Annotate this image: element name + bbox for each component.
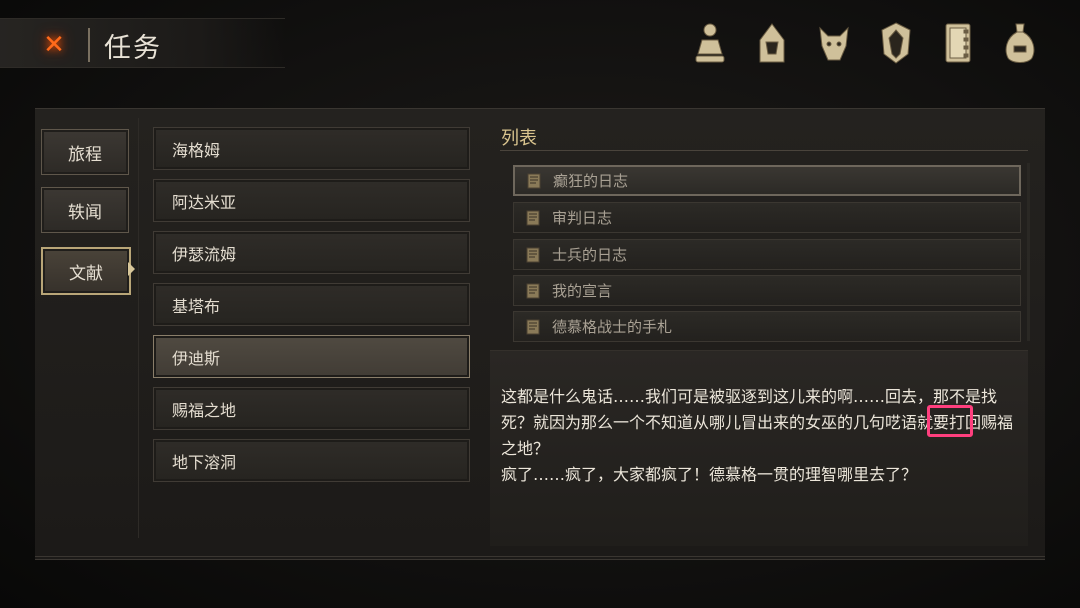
place-item[interactable]: 阿达米亚 bbox=[153, 179, 470, 222]
document-label: 士兵的日志 bbox=[552, 246, 628, 264]
category-label: 旅程 bbox=[68, 144, 102, 165]
category-label: 文献 bbox=[69, 263, 103, 284]
scroll-icon bbox=[522, 207, 544, 229]
document-label: 癫狂的日志 bbox=[553, 172, 629, 190]
scroll-icon bbox=[522, 244, 544, 266]
scroll-icon bbox=[523, 170, 545, 192]
place-label: 基塔布 bbox=[172, 296, 221, 316]
place-label: 赐福之地 bbox=[172, 400, 237, 420]
list-title: 列表 bbox=[501, 128, 537, 149]
character-icon[interactable] bbox=[690, 20, 730, 66]
selected-arrow-icon bbox=[128, 262, 135, 276]
place-item[interactable]: 海格姆 bbox=[153, 127, 470, 170]
document-item[interactable]: 德慕格战士的手札 bbox=[513, 311, 1021, 342]
place-label: 阿达米亚 bbox=[172, 192, 237, 212]
emblem-icon[interactable] bbox=[876, 20, 916, 66]
header-divider bbox=[88, 28, 90, 62]
close-button[interactable]: ✕ bbox=[36, 28, 72, 62]
list-divider bbox=[500, 150, 1028, 151]
place-item[interactable]: 伊瑟流姆 bbox=[153, 231, 470, 274]
bottom-divider bbox=[35, 556, 1045, 557]
document-label: 我的宣言 bbox=[552, 282, 613, 300]
place-item[interactable]: 基塔布 bbox=[153, 283, 470, 326]
hood-icon[interactable] bbox=[752, 20, 792, 66]
document-item[interactable]: 审判日志 bbox=[513, 202, 1021, 233]
category-tab-journey[interactable]: 旅程 bbox=[41, 129, 129, 175]
document-item[interactable]: 癫狂的日志 bbox=[513, 165, 1021, 196]
document-label: 审判日志 bbox=[552, 209, 613, 227]
place-label: 伊瑟流姆 bbox=[172, 244, 237, 264]
page-title: 任务 bbox=[104, 33, 162, 64]
document-item[interactable]: 士兵的日志 bbox=[513, 239, 1021, 270]
beast-icon[interactable] bbox=[814, 20, 854, 66]
pouch-icon[interactable] bbox=[1000, 20, 1040, 66]
place-label: 海格姆 bbox=[172, 140, 221, 160]
notebook-icon[interactable] bbox=[938, 20, 978, 66]
place-item[interactable]: 地下溶洞 bbox=[153, 439, 470, 482]
place-item[interactable]: 伊迪斯 bbox=[153, 335, 470, 378]
place-label: 地下溶洞 bbox=[172, 452, 237, 472]
scroll-icon bbox=[522, 316, 544, 338]
category-tab-anecdotes[interactable]: 轶闻 bbox=[41, 187, 129, 233]
document-label: 德慕格战士的手札 bbox=[552, 318, 673, 336]
place-label: 伊迪斯 bbox=[172, 348, 221, 368]
scroll-icon bbox=[522, 280, 544, 302]
category-label: 轶闻 bbox=[68, 202, 102, 223]
category-tab-documents[interactable]: 文献 bbox=[41, 247, 131, 295]
list-scrollbar[interactable] bbox=[1027, 163, 1030, 341]
place-item[interactable]: 赐福之地 bbox=[153, 387, 470, 430]
highlight-box bbox=[927, 405, 973, 437]
column-divider bbox=[138, 118, 139, 538]
close-icon: ✕ bbox=[43, 30, 65, 60]
document-item[interactable]: 我的宣言 bbox=[513, 275, 1021, 306]
